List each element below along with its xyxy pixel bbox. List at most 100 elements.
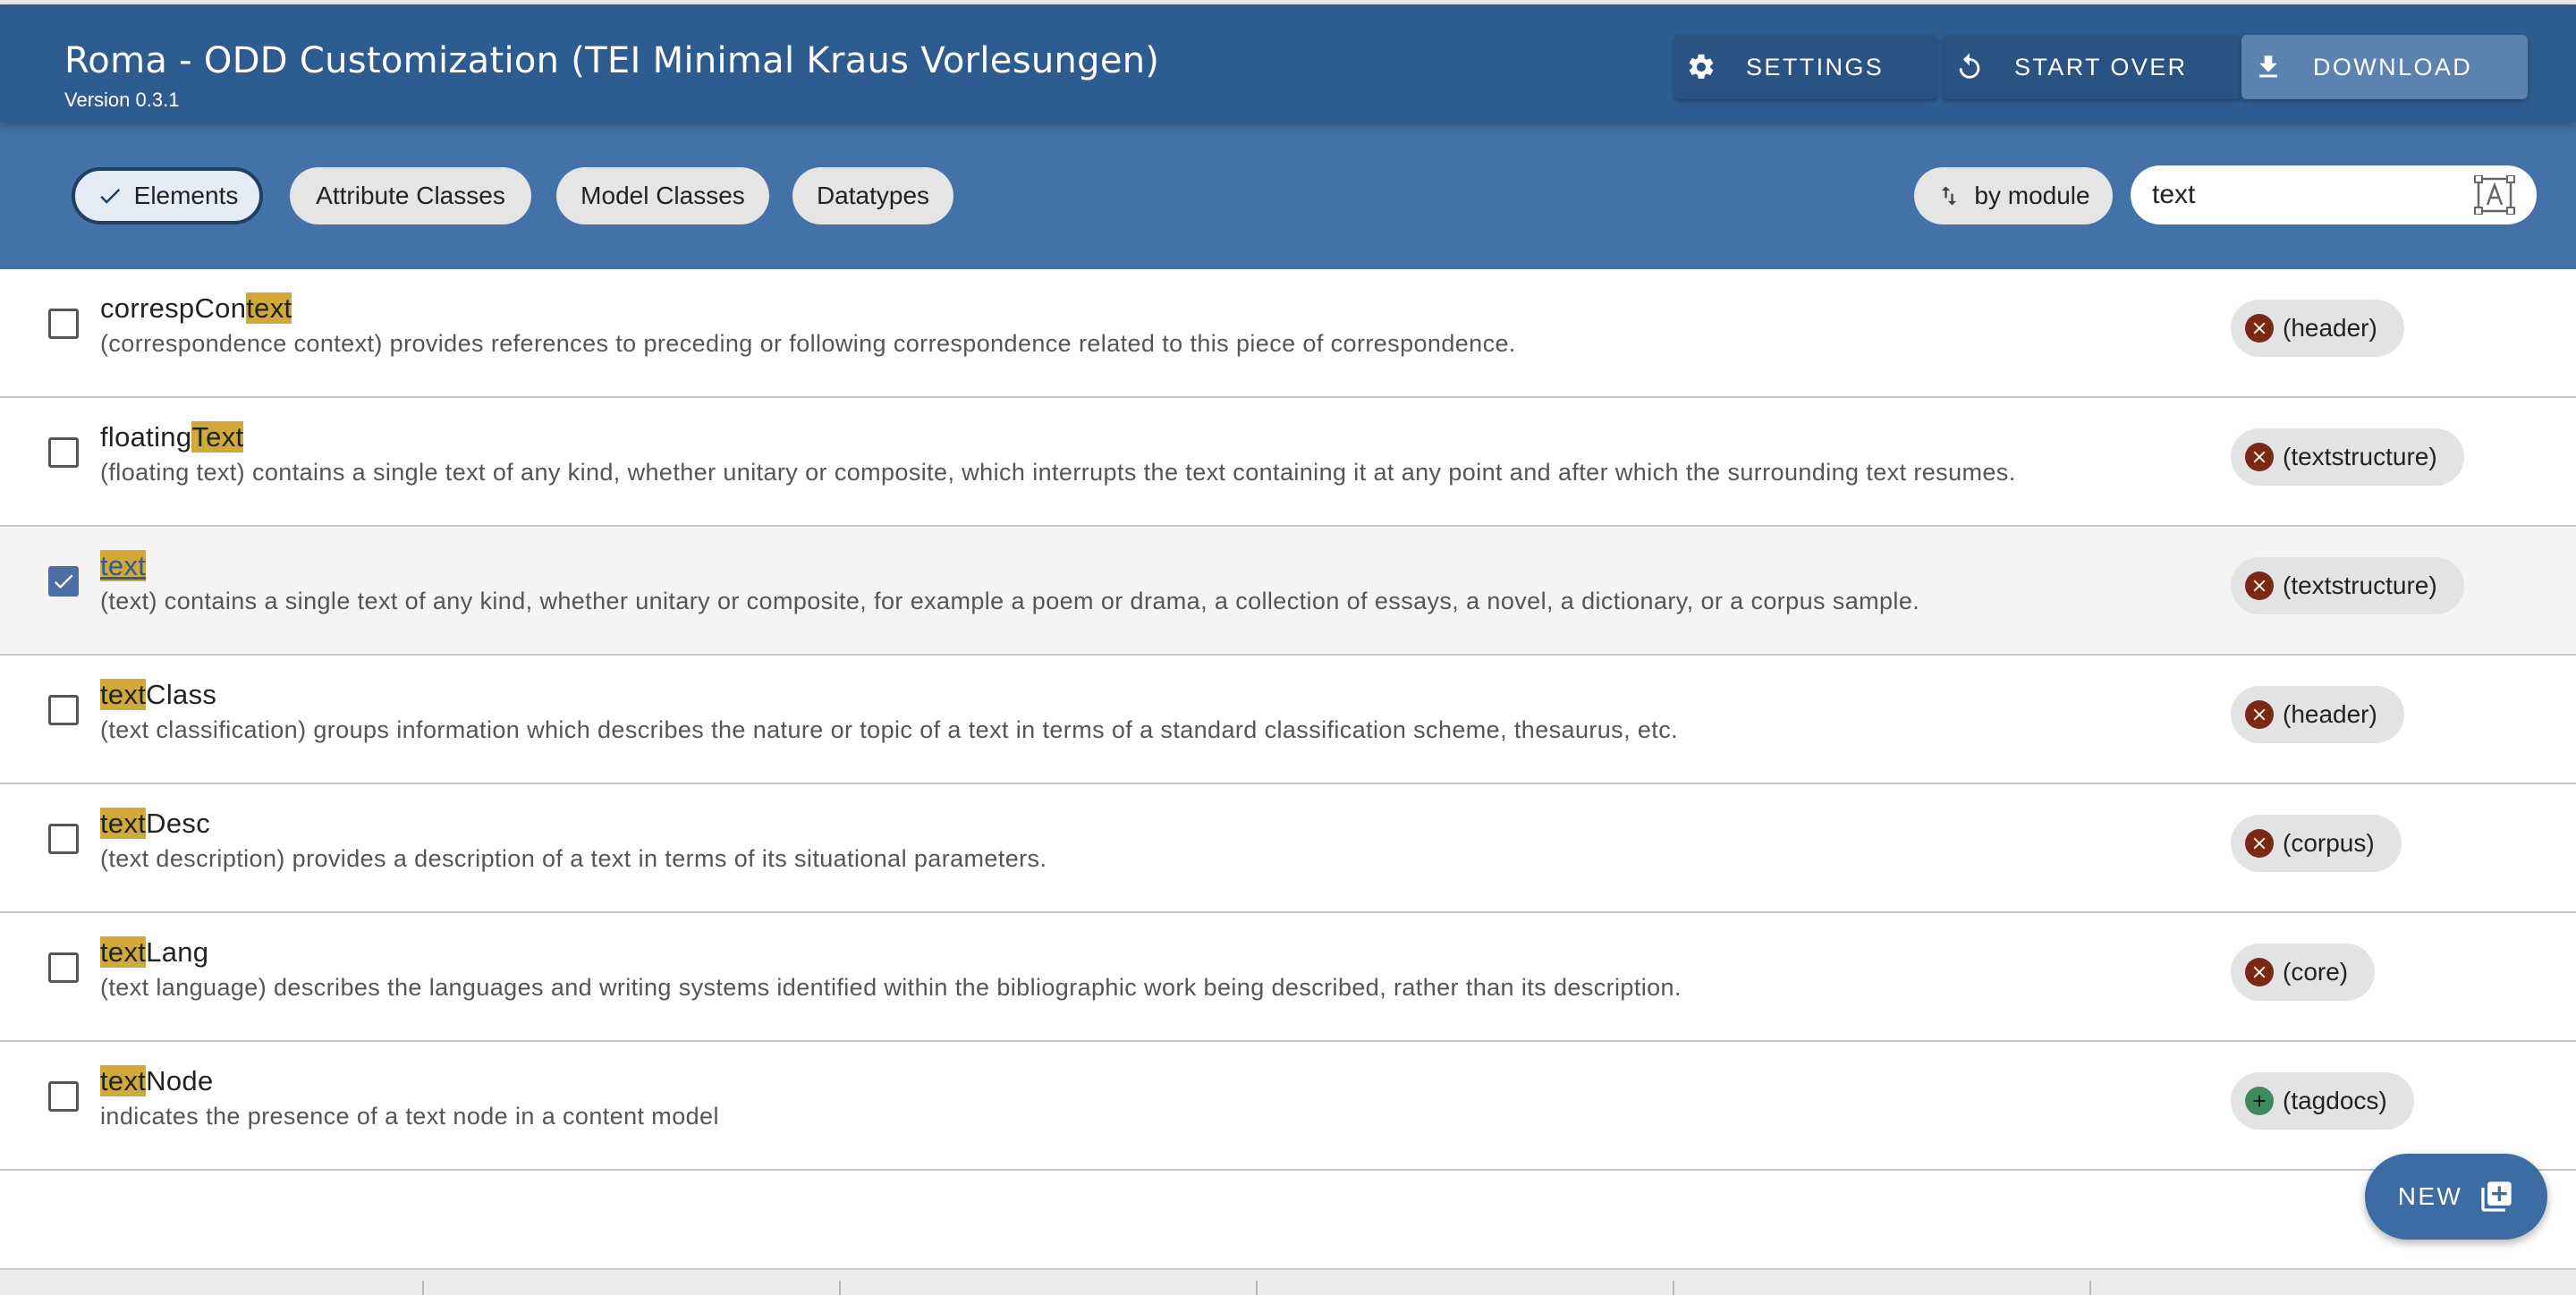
- remove-icon[interactable]: [2245, 829, 2274, 858]
- remove-icon[interactable]: [2245, 700, 2274, 729]
- module-chip: (header): [2231, 300, 2404, 357]
- module-chip: (textstructure): [2231, 428, 2464, 486]
- download-icon: [2241, 52, 2295, 82]
- element-name[interactable]: textDesc: [100, 808, 210, 840]
- element-row: textDesc (text description) provides a de…: [0, 784, 2576, 913]
- sort-icon: [1936, 182, 1962, 209]
- element-name[interactable]: floatingText: [100, 421, 244, 453]
- chip-elements-label: Elements: [133, 182, 239, 209]
- gear-icon: [1674, 52, 1728, 82]
- search-input[interactable]: [2152, 180, 2456, 210]
- element-row: floatingText (floating text) contains a s…: [0, 398, 2576, 527]
- module-chip: (tagdocs): [2231, 1072, 2414, 1130]
- bottom-divider: [1673, 1281, 1674, 1295]
- search-box: [2131, 165, 2537, 224]
- element-row: text (text) contains a single text of any…: [0, 527, 2576, 656]
- filter-bar: Elements Attribute Classes Model Classes…: [0, 123, 2576, 269]
- element-name-suffix: Lang: [146, 936, 209, 968]
- element-checkbox[interactable]: [48, 695, 79, 725]
- bottom-divider: [1256, 1281, 1258, 1295]
- chip-elements[interactable]: Elements: [72, 167, 263, 224]
- download-label: DOWNLOAD: [2313, 53, 2473, 80]
- bottom-divider: [839, 1281, 841, 1295]
- add-box-icon: [2479, 1179, 2514, 1215]
- remove-icon[interactable]: [2245, 314, 2274, 343]
- new-label: NEW: [2397, 1182, 2463, 1210]
- start-over-label: START OVER: [2014, 53, 2188, 80]
- element-name-suffix: Desc: [146, 808, 210, 839]
- element-row: correspContext (correspondence context) p…: [0, 269, 2576, 398]
- check-icon: [54, 574, 73, 589]
- element-name-suffix: Class: [146, 679, 217, 710]
- bottom-bar: [0, 1268, 2576, 1295]
- module-label: (core): [2283, 958, 2349, 986]
- search-match-highlight: text: [100, 808, 147, 839]
- remove-icon[interactable]: [2245, 571, 2274, 600]
- element-checkbox[interactable]: [48, 952, 79, 983]
- element-description: (text) contains a single text of any kin…: [100, 588, 1920, 614]
- start-over-button[interactable]: START OVER: [1943, 35, 2241, 99]
- element-name-suffix: Node: [146, 1065, 214, 1096]
- module-chip: (corpus): [2231, 815, 2402, 872]
- chip-model-classes[interactable]: Model Classes: [556, 167, 769, 224]
- element-name[interactable]: textNode: [100, 1065, 213, 1097]
- bottom-divider: [422, 1281, 424, 1295]
- element-name[interactable]: textClass: [100, 679, 216, 711]
- add-icon[interactable]: [2245, 1087, 2274, 1115]
- module-label: (textstructure): [2283, 443, 2437, 470]
- chip-model-classes-label: Model Classes: [580, 182, 745, 209]
- search-match-highlight: Text: [191, 421, 244, 453]
- element-row: textLang (text language) describes the la…: [0, 913, 2576, 1042]
- chip-datatypes[interactable]: Datatypes: [792, 167, 953, 224]
- element-checkbox[interactable]: [48, 566, 79, 597]
- remove-icon[interactable]: [2245, 443, 2274, 471]
- element-name-prefix: correspCon: [100, 292, 247, 324]
- virtual-keyboard-icon[interactable]: [2474, 175, 2515, 215]
- app-header: Roma - ODD Customization (TEI Minimal Kr…: [0, 4, 2576, 123]
- search-match-highlight: text: [100, 550, 147, 581]
- element-description: (correspondence context) provides refere…: [100, 330, 1516, 357]
- module-chip: (textstructure): [2231, 557, 2464, 614]
- element-row: textClass (text classification) groups in…: [0, 656, 2576, 784]
- element-name[interactable]: textLang: [100, 936, 208, 969]
- sort-by-module-button[interactable]: by module: [1914, 167, 2113, 224]
- element-checkbox[interactable]: [48, 1081, 79, 1112]
- check-icon: [97, 182, 123, 209]
- settings-label: SETTINGS: [1746, 53, 1885, 80]
- element-list: correspContext (correspondence context) p…: [0, 269, 2576, 1171]
- chip-attribute-classes-label: Attribute Classes: [316, 182, 505, 209]
- element-description: (text language) describes the languages …: [100, 974, 1682, 1001]
- element-description: (floating text) contains a single text o…: [100, 459, 2016, 486]
- download-button[interactable]: DOWNLOAD: [2241, 35, 2528, 99]
- module-label: (header): [2283, 700, 2377, 728]
- chip-datatypes-label: Datatypes: [816, 182, 930, 209]
- search-match-highlight: text: [100, 936, 147, 968]
- module-label: (textstructure): [2283, 571, 2437, 599]
- element-description: indicates the presence of a text node in…: [100, 1103, 719, 1130]
- element-name[interactable]: text: [100, 550, 147, 582]
- element-checkbox[interactable]: [48, 309, 79, 339]
- app-title: Roma - ODD Customization (TEI Minimal Kr…: [64, 40, 1160, 81]
- app-version: Version 0.3.1: [64, 89, 180, 111]
- module-label: (corpus): [2283, 829, 2375, 857]
- search-match-highlight: text: [100, 1065, 147, 1096]
- element-row: textNode indicates the presence of a text…: [0, 1042, 2576, 1171]
- new-button[interactable]: NEW: [2365, 1154, 2547, 1240]
- element-description: (text classification) groups information…: [100, 716, 1678, 743]
- bottom-divider: [2089, 1281, 2091, 1295]
- module-label: (tagdocs): [2283, 1087, 2387, 1114]
- element-checkbox[interactable]: [48, 437, 79, 468]
- element-checkbox[interactable]: [48, 824, 79, 854]
- settings-button[interactable]: SETTINGS: [1674, 35, 1937, 99]
- search-match-highlight: text: [100, 679, 147, 710]
- element-name[interactable]: correspContext: [100, 292, 292, 325]
- element-name-prefix: floating: [100, 421, 192, 453]
- element-description: (text description) provides a descriptio…: [100, 845, 1047, 872]
- chip-attribute-classes[interactable]: Attribute Classes: [290, 167, 531, 224]
- remove-icon[interactable]: [2245, 958, 2274, 986]
- refresh-icon: [1943, 52, 1996, 82]
- search-match-highlight: text: [246, 292, 292, 324]
- module-label: (header): [2283, 314, 2377, 342]
- sort-label: by module: [1974, 182, 2090, 209]
- module-chip: (core): [2231, 944, 2376, 1001]
